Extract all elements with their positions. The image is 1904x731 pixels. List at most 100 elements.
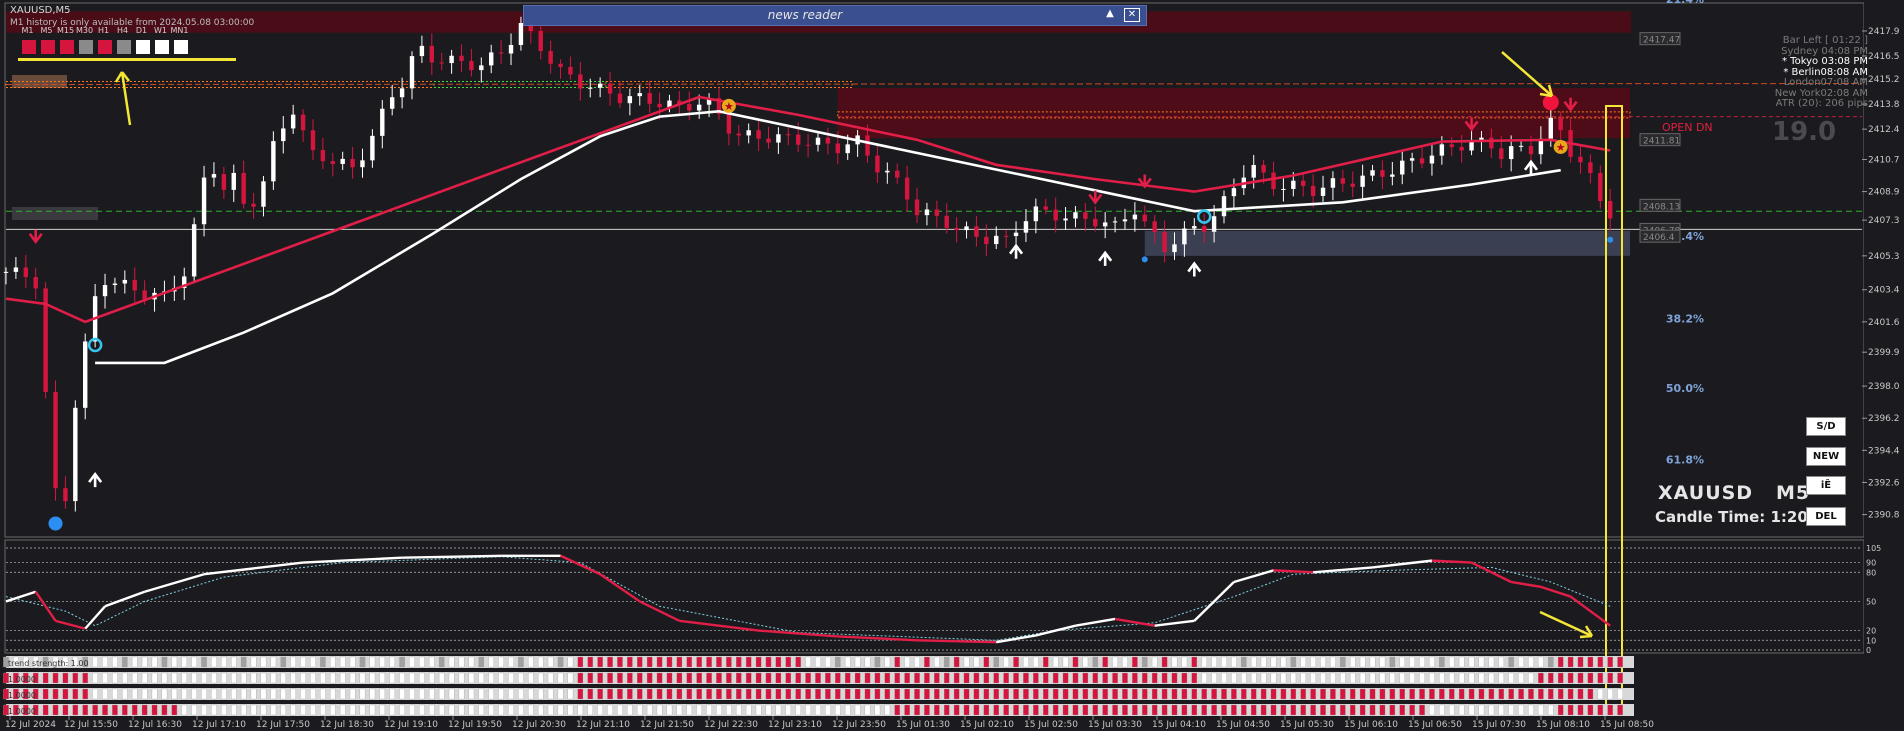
strength-cell <box>1389 704 1396 716</box>
strength-cell <box>1330 656 1336 668</box>
strength-cell <box>1349 672 1356 684</box>
strength-cell <box>131 672 138 684</box>
time-tick-label: 12 Jul 21:10 <box>576 720 630 730</box>
timeframe-label-m15[interactable]: M15 <box>56 26 75 35</box>
strength-cell <box>805 672 811 684</box>
candle-body <box>944 215 949 228</box>
timeframe-underline <box>18 58 236 61</box>
strength-cell <box>1359 704 1366 716</box>
candle-body <box>23 267 29 278</box>
strength-cell <box>726 656 732 668</box>
strength-cell <box>785 688 792 700</box>
strength-cell <box>765 672 772 684</box>
ie-button[interactable]: iÊ <box>1806 476 1846 495</box>
price-tick-label: 2407.3 <box>1868 216 1900 226</box>
sd-button[interactable]: S/D <box>1806 417 1846 436</box>
strength-cell <box>1488 672 1495 684</box>
timeframe-label-mn1[interactable]: MN1 <box>170 26 189 35</box>
strength-cell <box>221 688 227 700</box>
up-arrow-icon <box>88 471 103 488</box>
strength-cell <box>716 688 722 700</box>
strength-cell <box>1439 656 1445 668</box>
strength-cell <box>924 704 930 716</box>
strength-cell <box>1548 704 1554 716</box>
strength-cell <box>943 704 950 716</box>
strength-cell <box>161 704 168 716</box>
strength-cell <box>1587 704 1594 716</box>
strength-cell <box>42 688 49 700</box>
strength-cell <box>1181 672 1188 684</box>
candle-body <box>231 172 236 190</box>
strength-cell <box>399 672 405 684</box>
candle-body <box>310 130 316 151</box>
new-button[interactable]: NEW <box>1806 447 1846 466</box>
strength-cell <box>1617 656 1623 668</box>
timeframe-label-w1[interactable]: W1 <box>151 26 170 35</box>
candle-body <box>875 155 880 173</box>
timeframe-box-m15 <box>60 40 74 54</box>
time-tick-label: 15 Jul 01:30 <box>896 720 950 730</box>
timeframe-label-h1[interactable]: H1 <box>94 26 113 35</box>
del-button[interactable]: DEL <box>1806 507 1846 526</box>
strength-cell <box>904 704 910 716</box>
candle-body <box>904 177 910 200</box>
strength-cell <box>369 672 376 684</box>
timeframe-label-m5[interactable]: M5 <box>37 26 56 35</box>
candle-body <box>578 74 583 89</box>
strength-cell <box>1607 656 1613 668</box>
candle-body <box>756 130 761 139</box>
strength-cell <box>1359 656 1366 668</box>
strength-cell <box>1478 672 1485 684</box>
strength-cell <box>201 704 207 716</box>
strength-cell <box>528 704 534 716</box>
strength-cell <box>1419 704 1425 716</box>
price-tick-label: 2396.2 <box>1868 414 1900 424</box>
news-reader-window[interactable]: news reader ▲ ✕ <box>523 5 1147 26</box>
strength-cell <box>884 672 891 684</box>
fib-label: 21.4% <box>1666 0 1704 6</box>
strength-cell <box>478 688 485 700</box>
close-icon[interactable]: ✕ <box>1124 8 1140 22</box>
strength-cell <box>835 672 841 684</box>
strength-cell <box>953 688 960 700</box>
timeframe-label-m1[interactable]: M1 <box>18 26 37 35</box>
london-time: London07:08 AM <box>1783 77 1868 88</box>
strength-cell <box>884 656 891 668</box>
chart-canvas[interactable]: ★ ★ 2417.9 2416.5 2415.2 2413.8 2412.4 2410.7 24… <box>0 0 1904 731</box>
timeframe-box-h1 <box>98 40 112 54</box>
strength-cell <box>1548 656 1554 668</box>
strength-cell <box>607 656 613 668</box>
strength-cell <box>1043 688 1049 700</box>
timeframe-label-h4[interactable]: H4 <box>113 26 132 35</box>
strength-cell <box>597 704 603 716</box>
strength-cell <box>627 704 633 716</box>
strength-cell <box>1320 656 1326 668</box>
strength-cell <box>1429 656 1435 668</box>
strength-cell <box>438 688 445 700</box>
candle-body <box>1102 222 1108 227</box>
strength-cell <box>1142 672 1148 684</box>
strength-cell <box>1478 704 1485 716</box>
strength-cell <box>181 656 187 668</box>
strength-cell <box>597 656 603 668</box>
strength-cell <box>1102 688 1108 700</box>
triangle-up-icon[interactable]: ▲ <box>1102 8 1118 22</box>
strength-cell <box>646 704 653 716</box>
strength-cell <box>1607 704 1613 716</box>
price-tick-label: 2401.6 <box>1868 318 1900 328</box>
timeframe-label-m30[interactable]: M30 <box>75 26 94 35</box>
candle-body <box>142 290 147 300</box>
strength-cell <box>696 656 702 668</box>
strength-cell <box>1171 688 1178 700</box>
timeframe-label-d1[interactable]: D1 <box>132 26 151 35</box>
yellow-arrow-left <box>114 71 132 126</box>
strength-cell <box>409 656 415 668</box>
strength-cell <box>379 704 386 716</box>
strength-cell <box>498 704 504 716</box>
candle-body <box>1231 188 1237 197</box>
strength-cell <box>270 672 277 684</box>
strength-cell <box>1617 704 1623 716</box>
strength-cell <box>676 656 683 668</box>
strength-cell <box>1557 688 1564 700</box>
strength-cell <box>82 688 88 700</box>
